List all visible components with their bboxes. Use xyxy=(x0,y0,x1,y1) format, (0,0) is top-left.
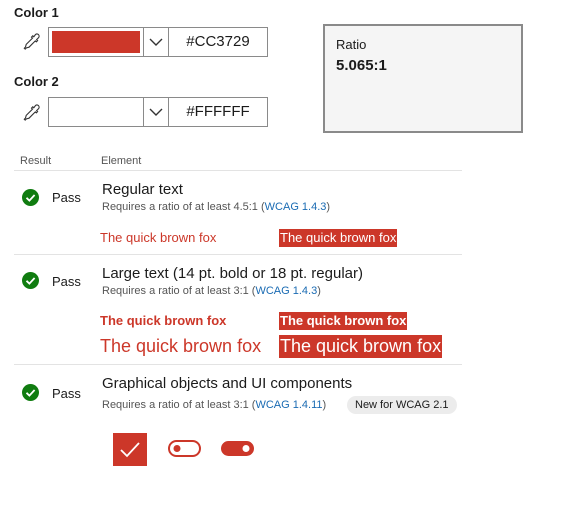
divider xyxy=(14,364,462,365)
color2-hex-input[interactable]: #FFFFFF xyxy=(168,97,268,127)
row1-title: Regular text xyxy=(102,181,183,198)
row3-title: Graphical objects and UI components xyxy=(102,375,353,392)
check-circle-icon xyxy=(22,272,39,289)
toggle-on-icon xyxy=(221,441,254,456)
row3-req-prefix: Requires a ratio of at least 3:1 ( xyxy=(102,399,256,411)
row2-req-suffix: ) xyxy=(317,285,321,297)
color1-swatch-fill xyxy=(52,31,140,53)
ratio-label: Ratio xyxy=(336,37,367,52)
check-circle-icon xyxy=(22,384,39,401)
row1-req-prefix: Requires a ratio of at least 4.5:1 ( xyxy=(102,201,265,213)
row1-sample-red: The quick brown fox xyxy=(100,230,217,245)
row1-status: Pass xyxy=(52,190,81,205)
row3-wcag-link[interactable]: WCAG 1.4.11 xyxy=(255,399,322,411)
color1-hex-input[interactable]: #CC3729 xyxy=(168,27,268,57)
result-header: Result xyxy=(20,155,52,167)
divider xyxy=(14,170,462,171)
eyedropper-icon[interactable] xyxy=(22,32,42,52)
row2-sample-large-white-on-red: The quick brown fox xyxy=(279,335,443,358)
row2-title: Large text (14 pt. bold or 18 pt. regula… xyxy=(102,265,363,282)
row3-req-suffix: ) xyxy=(322,399,327,411)
ratio-panel: Ratio 5.065:1 xyxy=(323,24,523,133)
color2-swatch[interactable] xyxy=(48,97,144,127)
new-wcag-badge: New for WCAG 2.1 xyxy=(347,396,457,414)
toggle-off-icon xyxy=(168,440,201,457)
row1-sample-white-on-red: The quick brown fox xyxy=(279,229,398,247)
color1-swatch[interactable] xyxy=(48,27,144,57)
checkbox-checked-icon xyxy=(113,433,147,466)
row3-requirement: Requires a ratio of at least 3:1 (WCAG 1… xyxy=(102,399,326,411)
element-header: Element xyxy=(101,155,142,167)
row2-sample-bold-white-on-red: The quick brown fox xyxy=(279,312,408,330)
eyedropper-icon[interactable] xyxy=(22,103,42,123)
row2-req-prefix: Requires a ratio of at least 3:1 ( xyxy=(102,285,256,297)
row1-requirement: Requires a ratio of at least 4.5:1 (WCAG… xyxy=(102,201,330,213)
color2-dropdown-button[interactable] xyxy=(143,97,169,127)
row2-status: Pass xyxy=(52,274,81,289)
color1-dropdown-button[interactable] xyxy=(143,27,169,57)
color2-label: Color 2 xyxy=(14,74,59,89)
row1-req-suffix: ) xyxy=(326,201,331,213)
row2-wcag-link[interactable]: WCAG 1.4.3 xyxy=(255,285,317,297)
ratio-value: 5.065:1 xyxy=(336,57,387,74)
row2-sample-bold-red: The quick brown fox xyxy=(100,313,227,328)
row2-requirement: Requires a ratio of at least 3:1 (WCAG 1… xyxy=(102,285,321,297)
check-circle-icon xyxy=(22,189,39,206)
color2-swatch-fill xyxy=(52,101,140,123)
chevron-down-icon xyxy=(149,108,163,116)
chevron-down-icon xyxy=(149,38,163,46)
row1-wcag-link[interactable]: WCAG 1.4.3 xyxy=(265,201,327,213)
row3-status: Pass xyxy=(52,386,81,401)
divider xyxy=(14,254,462,255)
color1-label: Color 1 xyxy=(14,5,59,20)
row2-sample-large-red: The quick brown fox xyxy=(100,336,262,356)
